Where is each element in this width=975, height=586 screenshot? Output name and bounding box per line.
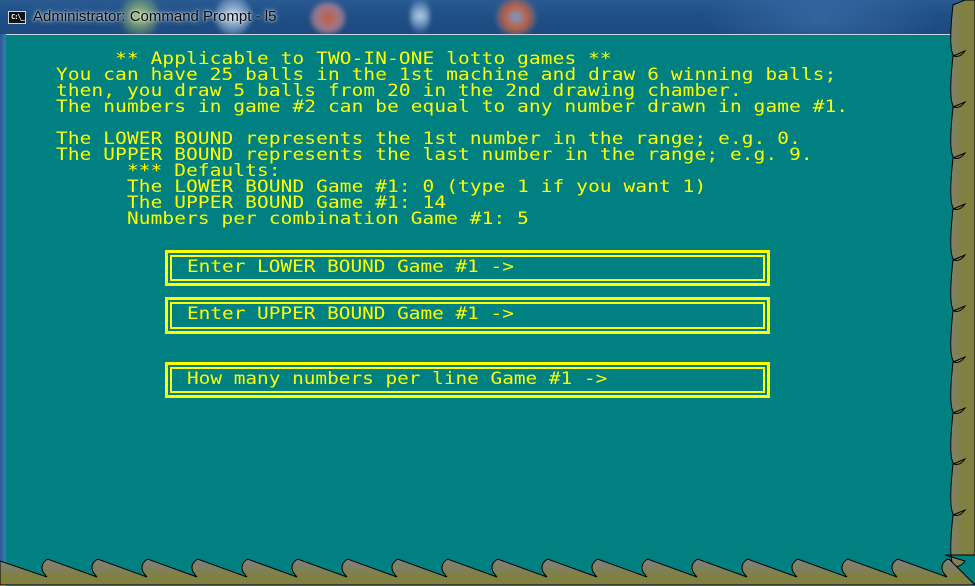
numbers-per-line-label: How many numbers per line Game #1 -> [187, 368, 608, 389]
titlebar-decoration [310, 2, 346, 34]
titlebar-decoration [410, 0, 430, 34]
cmd-icon-glyph: C:\_ [11, 13, 25, 21]
titlebar-decoration [495, 0, 537, 34]
console-line: The numbers in game #2 can be equal to a… [56, 96, 849, 117]
upper-bound-prompt[interactable]: Enter UPPER BOUND Game #1 -> [165, 297, 770, 334]
cmd-icon[interactable]: C:\_ [8, 11, 26, 24]
window-title: Administrator: Command Prompt - l5 [33, 8, 277, 25]
upper-bound-label: Enter UPPER BOUND Game #1 -> [187, 303, 514, 324]
titlebar-decoration [700, 0, 940, 34]
lower-bound-prompt[interactable]: Enter LOWER BOUND Game #1 -> [165, 250, 770, 286]
lower-bound-label: Enter LOWER BOUND Game #1 -> [187, 256, 514, 277]
console-line: Numbers per combination Game #1: 5 [56, 208, 529, 229]
numbers-per-line-prompt[interactable]: How many numbers per line Game #1 -> [165, 362, 770, 398]
window-titlebar[interactable]: C:\_ Administrator: Command Prompt - l5 [0, 0, 975, 34]
